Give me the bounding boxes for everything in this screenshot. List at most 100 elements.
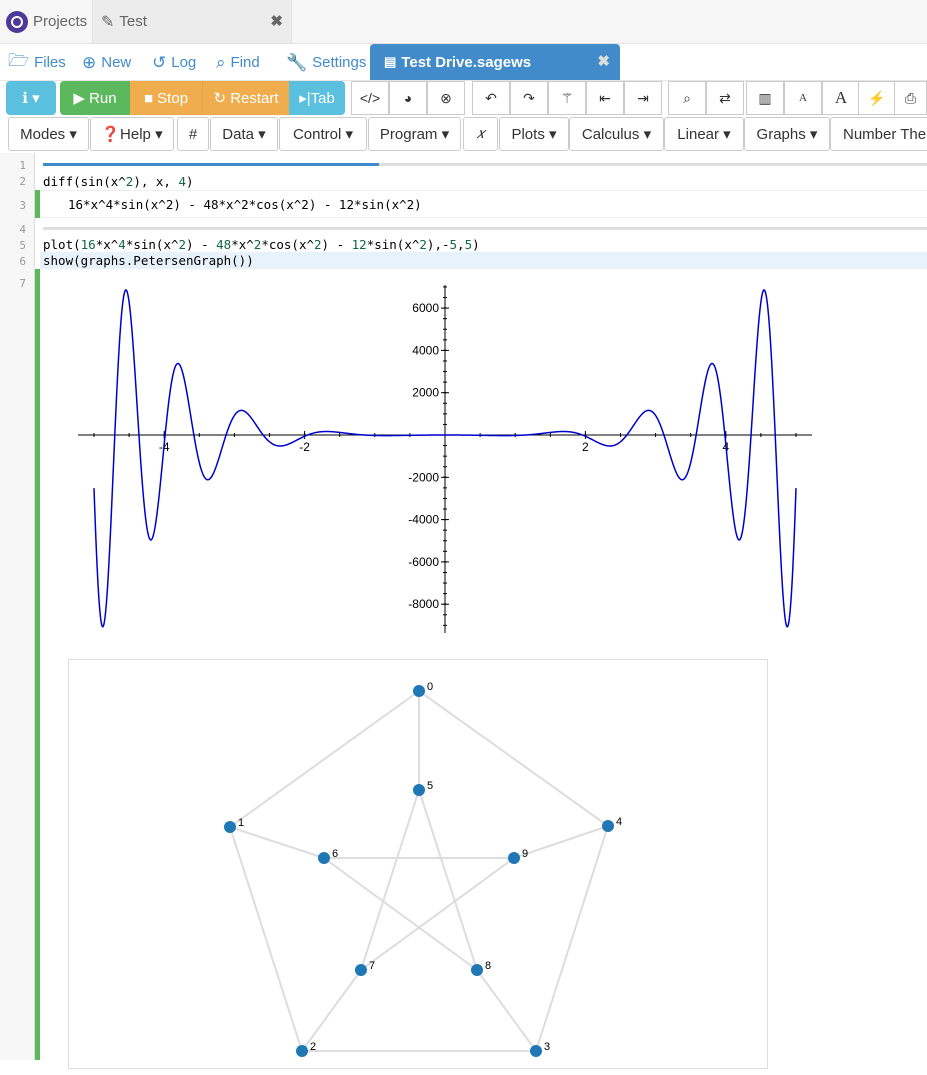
graph-node xyxy=(224,821,236,833)
plot-axes: -4 -2 2 4600040002000-2000-4000-6000-8000 xyxy=(78,285,812,633)
search-icon: ⌕ xyxy=(216,52,226,72)
graph-node-label: 6 xyxy=(332,848,338,860)
petersen-graph-frame: 0 1 2 3 4 5 6 7 8 9 xyxy=(68,659,768,1069)
nav-files[interactable]: 🗁 Files xyxy=(8,44,66,81)
plus-circle-icon: ⊕ xyxy=(82,52,97,72)
graph-node-label: 3 xyxy=(544,1041,550,1053)
stop-button[interactable]: ■ Stop xyxy=(130,81,202,115)
menu-calculus[interactable]: Calculus ▾ xyxy=(569,117,664,151)
graph-edge xyxy=(535,825,609,1052)
restart-button[interactable]: ↻ Restart xyxy=(202,81,289,115)
graph-node-label: 2 xyxy=(310,1041,316,1053)
bolt-icon[interactable]: ⚡ xyxy=(858,81,896,115)
graph-node-label: 4 xyxy=(616,816,622,828)
info-dropdown-button[interactable]: ℹ ▾ xyxy=(6,81,56,115)
graph-edge xyxy=(418,789,478,971)
close-file-icon[interactable]: ✖ xyxy=(597,52,610,70)
sagews-file-icon: ▤ xyxy=(384,54,397,69)
menu-number-theory[interactable]: Number The xyxy=(830,117,927,151)
y-tick-label: 4000 xyxy=(412,343,439,357)
tab-file-test-drive[interactable]: ▤ Test Drive.sagews ✖ xyxy=(370,44,620,80)
project-nav-bar: 🗁 Files ⊕ New ↺ Log ⌕ Find 🔧 Settings ▤ … xyxy=(0,44,927,81)
top-tab-bar: Projects ✎ Test ✖ xyxy=(0,0,927,44)
tab-project-test[interactable]: ✎ Test ✖ xyxy=(92,0,292,43)
menu-help[interactable]: ❓Help ▾ xyxy=(90,117,174,151)
folder-open-icon: 🗁 xyxy=(8,51,30,70)
menu-linear[interactable]: Linear ▾ xyxy=(664,117,744,151)
graph-node-label: 7 xyxy=(369,960,375,972)
outdent-icon[interactable]: ⇤ xyxy=(586,81,624,115)
y-tick-label: 6000 xyxy=(412,301,439,315)
menu-control[interactable]: Control ▾ xyxy=(279,117,367,151)
worksheet-editor[interactable]: 1 2 3 4 5 6 7 diff(sin(x^2), x, 4) 16*x^… xyxy=(0,153,927,1069)
redo-icon[interactable]: ↷ xyxy=(510,81,548,115)
y-tick-label: -6000 xyxy=(408,555,439,569)
menu-hash[interactable]: # xyxy=(177,117,209,151)
print-icon[interactable]: ⎙ xyxy=(894,81,927,115)
cocalc-logo-icon xyxy=(6,10,28,33)
y-tick-label: -2000 xyxy=(408,470,439,484)
chart-pie-icon[interactable]: ◕ xyxy=(389,81,427,115)
graph-node xyxy=(471,964,483,976)
code-icon[interactable]: </> xyxy=(351,81,389,115)
y-tick-label: -4000 xyxy=(408,513,439,527)
x-tick-label: -2 xyxy=(299,440,310,454)
menu-x[interactable]: 𝑥 xyxy=(463,117,498,151)
nav-log[interactable]: ↺ Log xyxy=(152,44,196,81)
graph-node xyxy=(318,852,330,864)
indent-icon[interactable]: ⇥ xyxy=(624,81,662,115)
nav-settings-label: Settings xyxy=(312,54,367,71)
edit-icon: ✎ xyxy=(101,13,115,31)
x-tick-label: 2 xyxy=(582,440,589,454)
search-icon[interactable]: ⌕ xyxy=(668,81,706,115)
menu-modes[interactable]: Modes ▾ xyxy=(8,117,89,151)
file-tab-label: Test Drive.sagews xyxy=(401,53,532,71)
graph-edge xyxy=(229,690,420,828)
font-large-icon[interactable]: A xyxy=(822,81,860,115)
graph-node xyxy=(530,1045,542,1057)
graph-edge xyxy=(360,789,420,971)
columns-icon[interactable]: ▥ xyxy=(746,81,784,115)
graph-node xyxy=(355,964,367,976)
graph-edge xyxy=(229,826,303,1052)
nav-files-label: Files xyxy=(34,54,66,71)
graph-node xyxy=(413,784,425,796)
y-tick-label: -8000 xyxy=(408,597,439,611)
graph-node xyxy=(602,820,614,832)
menu-program[interactable]: Program ▾ xyxy=(368,117,461,151)
run-button[interactable]: ▶ Run xyxy=(60,81,130,115)
graph-edge xyxy=(301,969,362,1052)
graph-edge xyxy=(476,969,537,1052)
font-small-icon[interactable]: A xyxy=(784,81,822,115)
graph-node-label: 0 xyxy=(427,681,433,693)
worksheet-menu-bar: Modes ▾ ❓Help ▾ # Data ▾ Control ▾ Progr… xyxy=(0,116,927,153)
undo-icon[interactable]: ↶ xyxy=(472,81,510,115)
swap-icon[interactable]: ⇄ xyxy=(706,81,744,115)
menu-graphs[interactable]: Graphs ▾ xyxy=(744,117,830,151)
nav-settings[interactable]: 🔧 Settings xyxy=(286,44,366,81)
menu-plots[interactable]: Plots ▾ xyxy=(499,117,569,151)
graph-node-label: 5 xyxy=(427,780,433,792)
tab-test-label: Test xyxy=(119,13,147,30)
graph-node-label: 8 xyxy=(485,960,491,972)
close-tab-icon[interactable]: ✖ xyxy=(270,12,283,30)
menu-data[interactable]: Data ▾ xyxy=(210,117,278,151)
nav-find[interactable]: ⌕ Find xyxy=(216,44,260,81)
tab-projects-label: Projects xyxy=(33,13,88,30)
nav-log-label: Log xyxy=(171,54,197,71)
magic-wand-icon[interactable]: ⚚ xyxy=(548,81,586,115)
graph-node-label: 1 xyxy=(238,817,244,829)
nav-new-label: New xyxy=(101,54,132,71)
graph-edge xyxy=(418,690,609,827)
graph-node xyxy=(413,685,425,697)
graph-edge xyxy=(360,857,515,971)
graph-node xyxy=(508,852,520,864)
tab-button[interactable]: ▸|Tab xyxy=(289,81,345,115)
tab-projects[interactable]: Projects xyxy=(0,0,90,43)
nav-new[interactable]: ⊕ New xyxy=(82,44,131,81)
close-circle-icon[interactable]: ⊗ xyxy=(427,81,465,115)
worksheet-toolbar: ℹ ▾ ▶ Run ■ Stop ↻ Restart ▸|Tab </> ◕ ⊗… xyxy=(0,80,927,116)
history-icon: ↺ xyxy=(152,52,167,72)
graph-node-label: 9 xyxy=(522,848,528,860)
graph-node xyxy=(296,1045,308,1057)
